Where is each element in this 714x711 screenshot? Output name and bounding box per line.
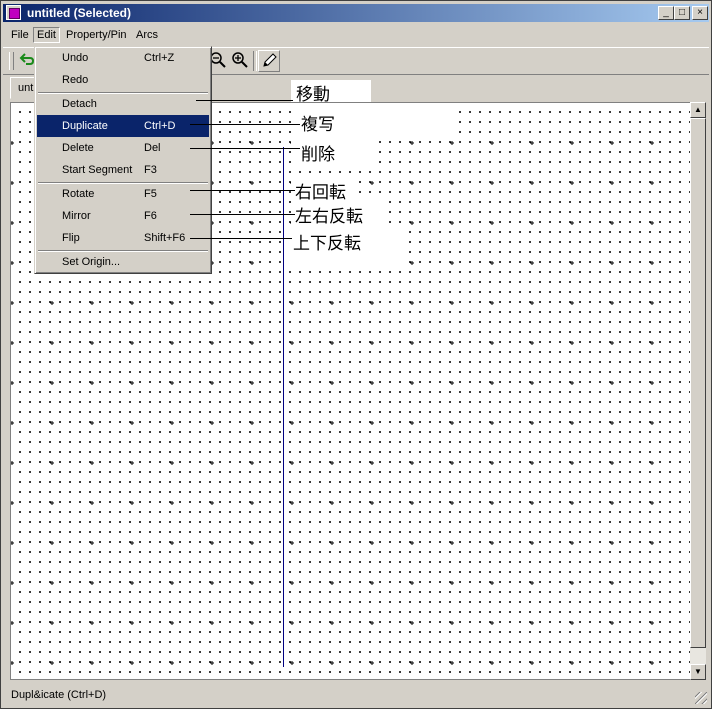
annotation-line	[196, 100, 293, 101]
annotation-rotate: 右回転	[295, 183, 346, 203]
menu-bar: File Edit Property/Pin Arcs	[3, 26, 709, 46]
vertical-segment[interactable]	[283, 147, 284, 667]
annotation-move: 移動	[296, 85, 330, 105]
window-title: untitled (Selected)	[27, 6, 132, 20]
menu-item-shortcut: F6	[144, 210, 157, 222]
resize-grip[interactable]	[695, 692, 707, 704]
undo-arrow-icon[interactable]	[19, 51, 35, 67]
menu-arcs[interactable]: Arcs	[136, 29, 158, 41]
annotation-delete: 削除	[301, 145, 335, 165]
zoom-in-icon[interactable]	[231, 51, 249, 69]
menu-item-label: Mirror	[62, 210, 91, 222]
menu-item-shortcut: F5	[144, 188, 157, 200]
toolbar-separator	[253, 51, 257, 71]
menu-item-label: Undo	[62, 52, 89, 64]
menu-item-shortcut: F3	[144, 164, 157, 176]
annotation-line	[190, 238, 292, 239]
annotation-line	[190, 124, 300, 125]
menu-item-duplicate[interactable]: Duplicate Ctrl+D	[37, 115, 209, 137]
minimize-button[interactable]: _	[658, 6, 674, 20]
menu-item-shortcut: Del	[144, 142, 161, 154]
annotation-flip: 上下反転	[293, 234, 361, 254]
annotation-line	[190, 148, 300, 149]
app-icon[interactable]	[6, 5, 21, 20]
menu-item-label: Detach	[62, 98, 97, 110]
scroll-thumb[interactable]	[690, 118, 706, 648]
menu-item-shortcut: Shift+F6	[144, 232, 186, 244]
close-button[interactable]: ×	[692, 6, 708, 20]
pencil-icon	[263, 53, 277, 67]
menu-item-shortcut: Ctrl+Z	[144, 52, 175, 64]
menu-item-mirror[interactable]: Mirror F6	[37, 205, 209, 227]
menu-item-shortcut: Ctrl+D	[144, 120, 176, 132]
annotation-line	[190, 214, 295, 215]
toolbar-grip[interactable]	[9, 52, 14, 70]
maximize-button[interactable]: □	[674, 6, 690, 20]
scroll-up-button[interactable]: ▲	[690, 102, 706, 118]
menu-item-redo[interactable]: Redo	[37, 69, 209, 91]
pencil-button[interactable]	[258, 50, 280, 72]
annotation-line	[190, 190, 295, 191]
status-bar: Dupl&icate (Ctrl+D)	[3, 684, 709, 706]
annotation-duplicate: 複写	[301, 115, 335, 135]
menu-file[interactable]: File	[11, 29, 29, 41]
menu-item-set-origin[interactable]: Set Origin...	[37, 251, 209, 273]
menu-item-label: Delete	[62, 142, 94, 154]
edit-menu-dropdown: Undo Ctrl+Z Redo Detach Duplicate Ctrl+D…	[34, 46, 212, 274]
menu-item-detach[interactable]: Detach	[37, 93, 209, 115]
menu-item-label: Start Segment	[62, 164, 133, 176]
vertical-scrollbar[interactable]: ▲ ▼	[690, 102, 706, 680]
menu-item-label: Set Origin...	[62, 256, 121, 268]
menu-item-label: Flip	[62, 232, 80, 244]
menu-item-label: Duplicate	[62, 120, 108, 132]
status-text: Dupl&icate (Ctrl+D)	[11, 689, 107, 701]
application-window: untitled (Selected) _ □ × File Edit Prop…	[0, 0, 712, 709]
document-tab-label: unt	[18, 82, 34, 94]
menu-item-label: Rotate	[62, 188, 95, 200]
menu-edit[interactable]: Edit	[33, 27, 60, 43]
title-bar[interactable]: untitled (Selected) _ □ ×	[3, 4, 709, 22]
menu-property-pin[interactable]: Property/Pin	[66, 29, 127, 41]
menu-item-delete[interactable]: Delete Del	[37, 137, 209, 159]
menu-item-label: Redo	[62, 74, 89, 86]
menu-item-flip[interactable]: Flip Shift+F6	[37, 227, 209, 249]
menu-item-start-segment[interactable]: Start Segment F3	[37, 159, 209, 181]
menu-item-rotate[interactable]: Rotate F5	[37, 183, 209, 205]
scroll-down-button[interactable]: ▼	[690, 664, 706, 680]
annotation-mirror: 左右反転	[295, 207, 363, 227]
menu-item-undo[interactable]: Undo Ctrl+Z	[37, 47, 209, 69]
